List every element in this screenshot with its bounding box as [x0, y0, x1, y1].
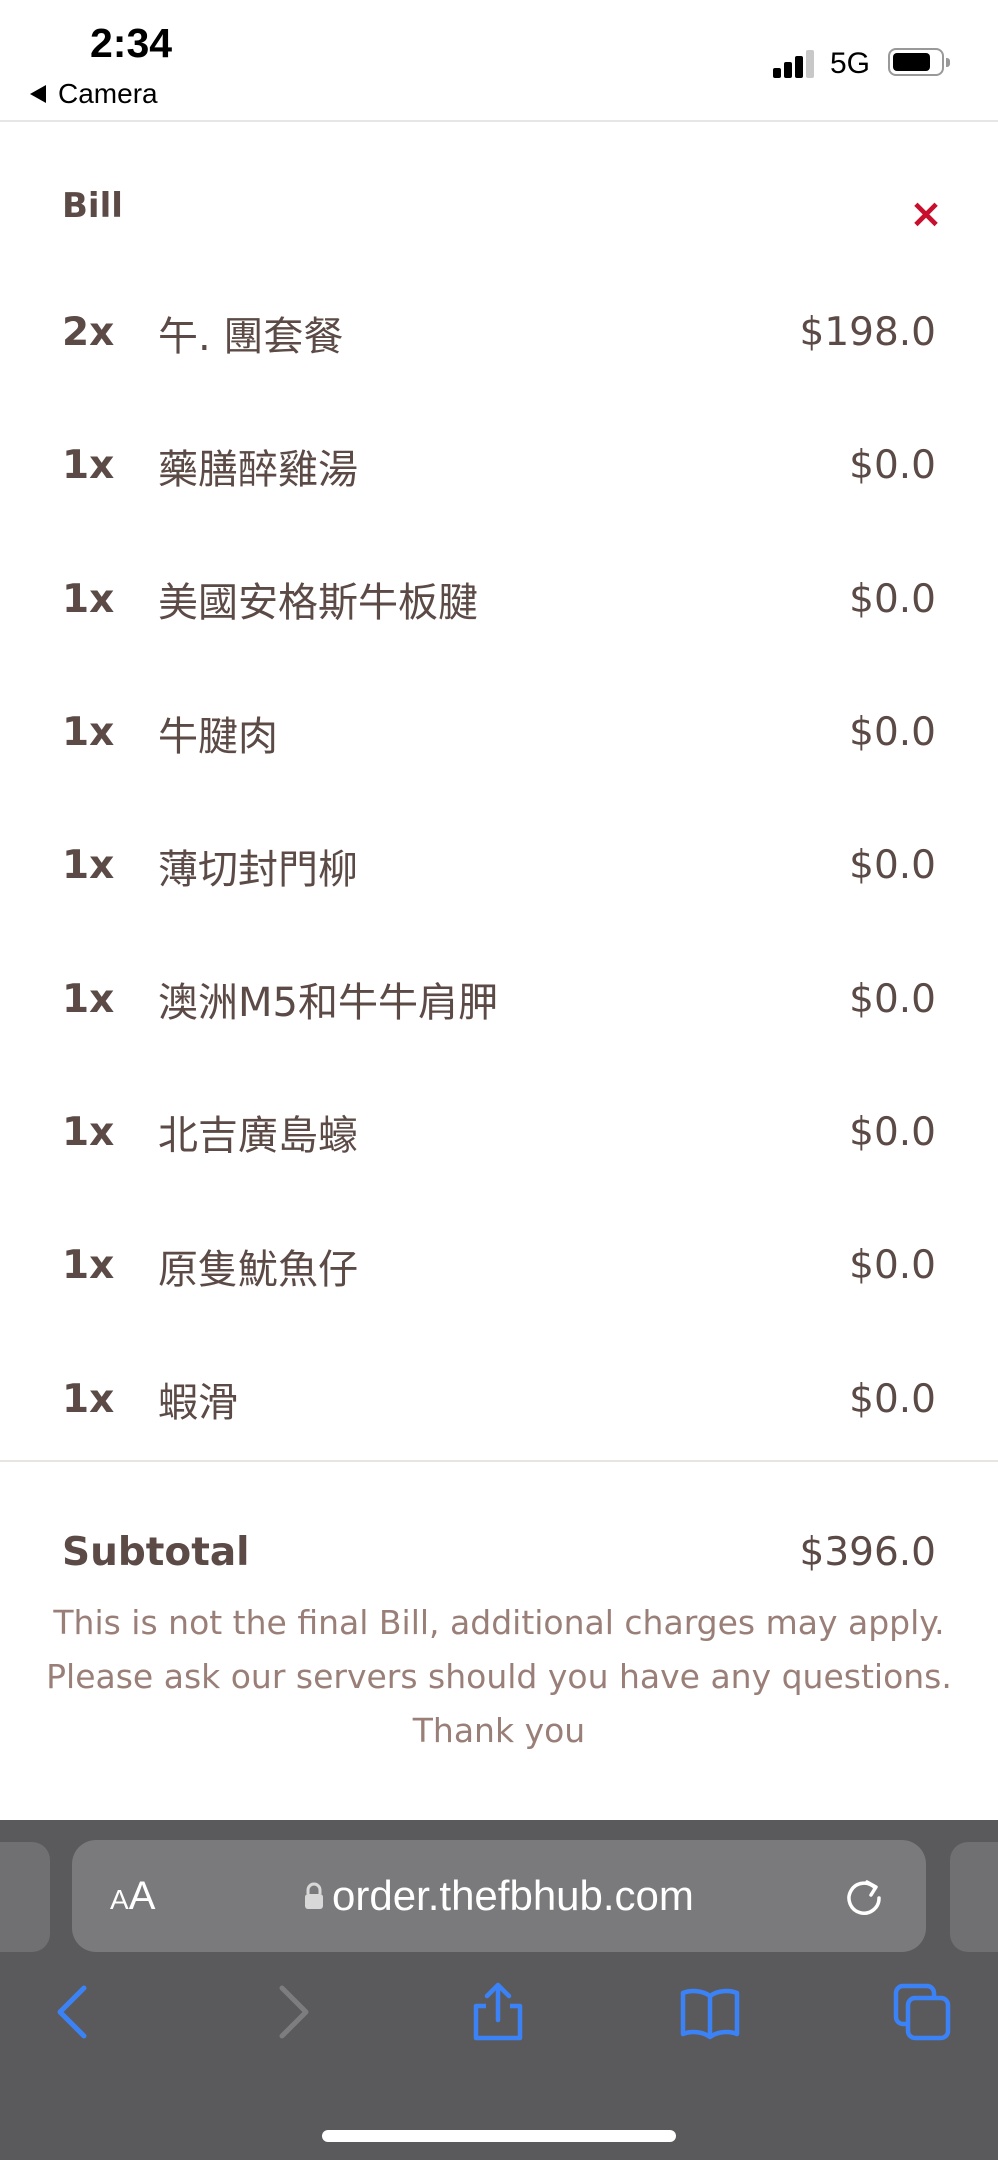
back-to-camera-link[interactable]: Camera	[30, 78, 158, 110]
notice-line: Thank you	[412, 1711, 586, 1750]
subtotal-label: Subtotal	[62, 1530, 250, 1575]
share-icon[interactable]	[468, 1982, 528, 2042]
item-quantity: 1x	[62, 710, 115, 756]
network-label: 5G	[830, 47, 871, 80]
cellular-signal-icon	[773, 48, 817, 78]
address-bar[interactable]: AA order.thefbhub.com	[72, 1840, 926, 1952]
item-quantity: 1x	[62, 1243, 115, 1289]
notice-line: Please ask our servers should you have a…	[46, 1657, 952, 1696]
item-price: $0.0	[849, 1109, 936, 1155]
item-name: 牛腱肉	[158, 713, 278, 760]
bookmarks-icon[interactable]	[680, 1982, 740, 2042]
item-name: 蝦滑	[158, 1380, 238, 1427]
bill-title: Bill	[62, 186, 123, 226]
item-name: 澳洲M5和牛牛肩胛	[158, 980, 498, 1027]
bill-item-row: 1x 藥膳醉雞湯 $0.0	[0, 399, 998, 532]
next-tab-preview[interactable]	[950, 1842, 998, 1952]
bill-notice: This is not the final Bill, additional c…	[40, 1596, 958, 1758]
reload-icon[interactable]	[842, 1874, 886, 1918]
item-price: $198.0	[799, 310, 936, 356]
item-name: 北吉廣島蠔	[158, 1113, 358, 1160]
bill-item-row: 1x 澳洲M5和牛牛肩胛 $0.0	[0, 932, 998, 1065]
back-app-label: Camera	[58, 78, 158, 109]
lock-icon	[305, 1882, 323, 1909]
close-icon[interactable]: ×	[908, 192, 944, 236]
item-name: 午. 團套餐	[158, 313, 344, 360]
item-quantity: 2x	[62, 310, 115, 356]
previous-tab-preview[interactable]	[0, 1842, 50, 1952]
item-price: $0.0	[849, 443, 936, 489]
bill-item-row: 1x 蝦滑 $0.0	[0, 1332, 998, 1465]
bill-item-row: 1x 北吉廣島蠔 $0.0	[0, 1066, 998, 1199]
bill-item-row: 1x 原隻魷魚仔 $0.0	[0, 1199, 998, 1332]
notice-line: This is not the final Bill, additional c…	[53, 1603, 945, 1642]
back-triangle-icon	[30, 85, 46, 103]
item-price: $0.0	[849, 710, 936, 756]
divider	[0, 1460, 998, 1462]
bill-item-row: 1x 牛腱肉 $0.0	[0, 666, 998, 799]
item-name: 原隻魷魚仔	[158, 1246, 358, 1293]
subtotal-value: $396.0	[799, 1530, 936, 1575]
url-text: order.thefbhub.com	[332, 1872, 694, 1919]
item-quantity: 1x	[62, 843, 115, 889]
item-quantity: 1x	[62, 976, 115, 1022]
item-name: 薄切封門柳	[158, 846, 358, 893]
bill-item-row: 1x 美國安格斯牛板腱 $0.0	[0, 533, 998, 666]
browser-toolbar: AA order.thefbhub.com	[0, 1820, 998, 2160]
item-price: $0.0	[849, 843, 936, 889]
back-icon[interactable]	[44, 1982, 104, 2042]
battery-icon	[888, 48, 950, 76]
item-quantity: 1x	[62, 1109, 115, 1155]
text-size-button[interactable]: AA	[110, 1874, 155, 1919]
item-quantity: 1x	[62, 576, 115, 622]
item-price: $0.0	[849, 1376, 936, 1422]
item-quantity: 1x	[62, 1376, 115, 1422]
item-price: $0.0	[849, 976, 936, 1022]
item-name: 藥膳醉雞湯	[158, 446, 358, 493]
status-time: 2:34	[90, 20, 173, 66]
item-quantity: 1x	[62, 443, 115, 489]
bill-item-list: 2x 午. 團套餐 $198.0 1x 藥膳醉雞湯 $0.0 1x 美國安格斯牛板腱 $0.0 1…	[0, 266, 998, 1466]
item-name: 美國安格斯牛板腱	[158, 580, 478, 627]
home-indicator	[322, 2130, 676, 2142]
bill-item-row: 2x 午. 團套餐 $198.0	[0, 266, 998, 399]
item-price: $0.0	[849, 576, 936, 622]
tabs-icon[interactable]	[892, 1982, 952, 2042]
forward-icon[interactable]	[262, 1982, 322, 2042]
status-bar: 2:34 Camera 5G	[0, 0, 998, 122]
item-price: $0.0	[849, 1243, 936, 1289]
bill-item-row: 1x 薄切封門柳 $0.0	[0, 799, 998, 932]
